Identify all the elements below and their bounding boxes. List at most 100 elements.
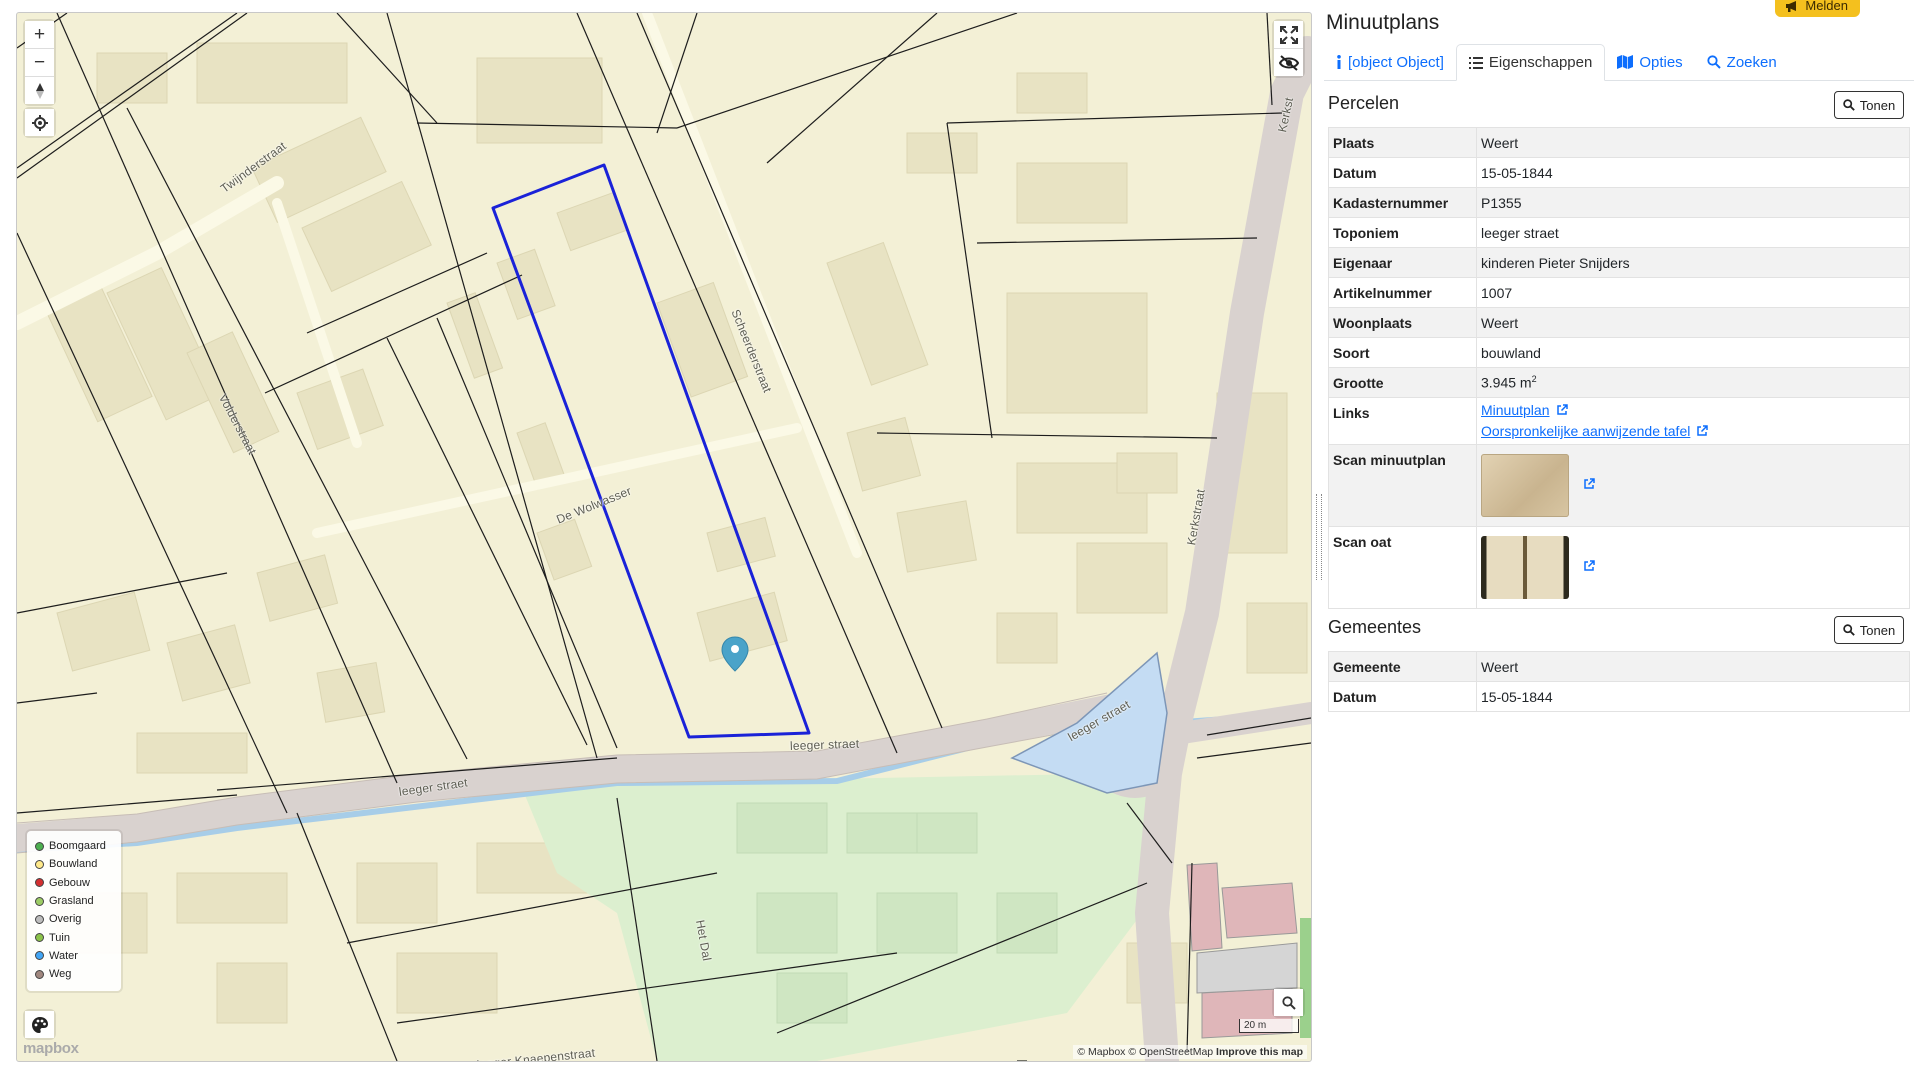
crosshair-icon bbox=[31, 114, 48, 131]
external-link-icon[interactable] bbox=[1583, 478, 1595, 490]
property-value: 15-05-1844 bbox=[1476, 157, 1910, 188]
aanwijzende-tafel-link[interactable]: Oorspronkelijke aanwijzende tafel bbox=[1481, 423, 1690, 439]
property-value: kinderen Pieter Snijders bbox=[1476, 247, 1910, 278]
property-key: Soort bbox=[1328, 337, 1477, 368]
legend-label: Boomgaard bbox=[49, 840, 106, 853]
tab-zoeken[interactable]: Zoeken bbox=[1695, 44, 1789, 80]
property-key: Links bbox=[1328, 397, 1477, 445]
property-value: Weert bbox=[1476, 651, 1910, 682]
improve-map-link[interactable]: Improve this map bbox=[1216, 1046, 1303, 1058]
attribution-osm-link[interactable]: © OpenStreetMap bbox=[1128, 1046, 1213, 1058]
property-value bbox=[1476, 526, 1910, 609]
megaphone-icon bbox=[1786, 0, 1797, 12]
legend-label: Weg bbox=[49, 968, 72, 981]
search-icon bbox=[1281, 995, 1296, 1010]
search-icon bbox=[1707, 55, 1721, 69]
table-row: Soort bouwland bbox=[1328, 337, 1910, 368]
page-title: Minuutplans bbox=[1326, 11, 1440, 34]
legend-item: Tuin bbox=[35, 928, 121, 946]
legend-item: Bouwland bbox=[35, 855, 121, 873]
property-value: leeger straet bbox=[1476, 217, 1910, 248]
property-key: Scan minuutplan bbox=[1328, 444, 1477, 527]
table-row: Scan oat bbox=[1328, 526, 1910, 609]
table-row: Scan minuutplan bbox=[1328, 444, 1910, 527]
geolocate-button[interactable] bbox=[25, 109, 54, 136]
property-key: Eigenaar bbox=[1328, 247, 1477, 278]
style-switch-button[interactable] bbox=[25, 1011, 54, 1038]
search-icon bbox=[1843, 624, 1855, 636]
legend-label: Water bbox=[49, 949, 78, 962]
tab-opties[interactable]: Opties bbox=[1605, 44, 1694, 80]
map-legend: Boomgaard Bouwland Gebouw Grasland Overig Tui… bbox=[27, 831, 121, 991]
property-value bbox=[1476, 444, 1910, 527]
legend-item: Gebouw bbox=[35, 874, 121, 892]
map-icon bbox=[1617, 55, 1634, 69]
legend-swatch bbox=[35, 841, 44, 851]
property-key: Datum bbox=[1328, 157, 1477, 188]
fullscreen-button[interactable] bbox=[1274, 21, 1303, 49]
property-key: Datum bbox=[1328, 681, 1477, 712]
tab-eigenschappen[interactable]: Eigenschappen bbox=[1455, 44, 1606, 81]
attribution-mapbox-link[interactable]: © Mapbox bbox=[1077, 1046, 1125, 1058]
percelen-title: Percelen bbox=[1328, 93, 1400, 113]
hide-layer-button[interactable] bbox=[1274, 49, 1303, 76]
external-link-icon[interactable] bbox=[1583, 560, 1595, 572]
map-right-controls bbox=[1274, 21, 1303, 76]
property-value: P1355 bbox=[1476, 187, 1910, 218]
search-icon bbox=[1843, 99, 1855, 111]
table-row: Eigenaar kinderen Pieter Snijders bbox=[1328, 247, 1910, 278]
gemeentes-title: Gemeentes bbox=[1328, 617, 1422, 637]
table-row: Links Minuutplan Oorspronkelijke aanwijz… bbox=[1328, 397, 1910, 445]
property-value: bouwland bbox=[1476, 337, 1910, 368]
legend-swatch bbox=[35, 896, 44, 906]
tab-info[interactable]: [object Object] bbox=[1324, 44, 1456, 80]
legend-item: Weg bbox=[35, 965, 121, 983]
zoom-out-button[interactable]: − bbox=[25, 49, 54, 77]
zoom-in-button[interactable]: + bbox=[25, 21, 54, 49]
legend-swatch bbox=[35, 969, 44, 979]
legend-item: Boomgaard bbox=[35, 837, 121, 855]
property-key: Scan oat bbox=[1328, 526, 1477, 609]
property-value: 1007 bbox=[1476, 277, 1910, 308]
map-search-button[interactable] bbox=[1274, 989, 1303, 1016]
map-canvas[interactable] bbox=[17, 13, 1311, 1061]
table-row: Grootte 3.945 m2 bbox=[1328, 367, 1910, 398]
tonen-label: Tonen bbox=[1859, 622, 1896, 638]
tonen-label: Tonen bbox=[1859, 97, 1896, 113]
map-view[interactable]: Twijnderstraat Volderstraat De Wolwasser… bbox=[16, 12, 1312, 1062]
melden-button[interactable]: Melden bbox=[1775, 0, 1860, 17]
street-label: leeger straet bbox=[789, 736, 860, 753]
side-panel: Melden Minuutplans [object Object] Eigen… bbox=[1324, 0, 1914, 1080]
scan-oat-thumbnail[interactable] bbox=[1481, 536, 1569, 599]
style-control bbox=[25, 1011, 54, 1038]
property-key: Plaats bbox=[1328, 127, 1477, 158]
minuutplan-link[interactable]: Minuutplan bbox=[1481, 402, 1550, 418]
grootte-value: 3.945 m bbox=[1481, 374, 1532, 391]
tab-label: Eigenschappen bbox=[1488, 54, 1593, 71]
mapbox-logo: mapbox bbox=[23, 1040, 79, 1057]
legend-swatch bbox=[35, 933, 44, 943]
compass-button[interactable] bbox=[25, 77, 54, 104]
scale-bar: 20 m bbox=[1239, 1019, 1299, 1033]
table-row: Toponiem leeger straet bbox=[1328, 217, 1910, 248]
property-key: Grootte bbox=[1328, 367, 1477, 398]
external-link-icon[interactable] bbox=[1556, 404, 1568, 416]
property-key: Woonplaats bbox=[1328, 307, 1477, 338]
property-value: Weert bbox=[1476, 307, 1910, 338]
property-key: Gemeente bbox=[1328, 651, 1477, 682]
gemeentes-table: Gemeente Weert Datum 15-05-1844 bbox=[1328, 651, 1910, 712]
property-value: Minuutplan Oorspronkelijke aanwijzende t… bbox=[1476, 397, 1910, 445]
property-value: 15-05-1844 bbox=[1476, 681, 1910, 712]
resize-handle[interactable] bbox=[1316, 494, 1322, 580]
legend-swatch bbox=[35, 951, 44, 961]
table-row: Plaats Weert bbox=[1328, 127, 1910, 158]
scan-minuutplan-thumbnail[interactable] bbox=[1481, 454, 1569, 517]
zoom-controls: + − bbox=[25, 21, 54, 104]
gemeentes-tonen-button[interactable]: Tonen bbox=[1834, 616, 1904, 644]
percelen-tonen-button[interactable]: Tonen bbox=[1834, 91, 1904, 119]
melden-label: Melden bbox=[1805, 0, 1848, 13]
legend-label: Grasland bbox=[49, 895, 94, 908]
table-row: Woonplaats Weert bbox=[1328, 307, 1910, 338]
table-row: Datum 15-05-1844 bbox=[1328, 681, 1910, 712]
external-link-icon[interactable] bbox=[1696, 425, 1709, 437]
